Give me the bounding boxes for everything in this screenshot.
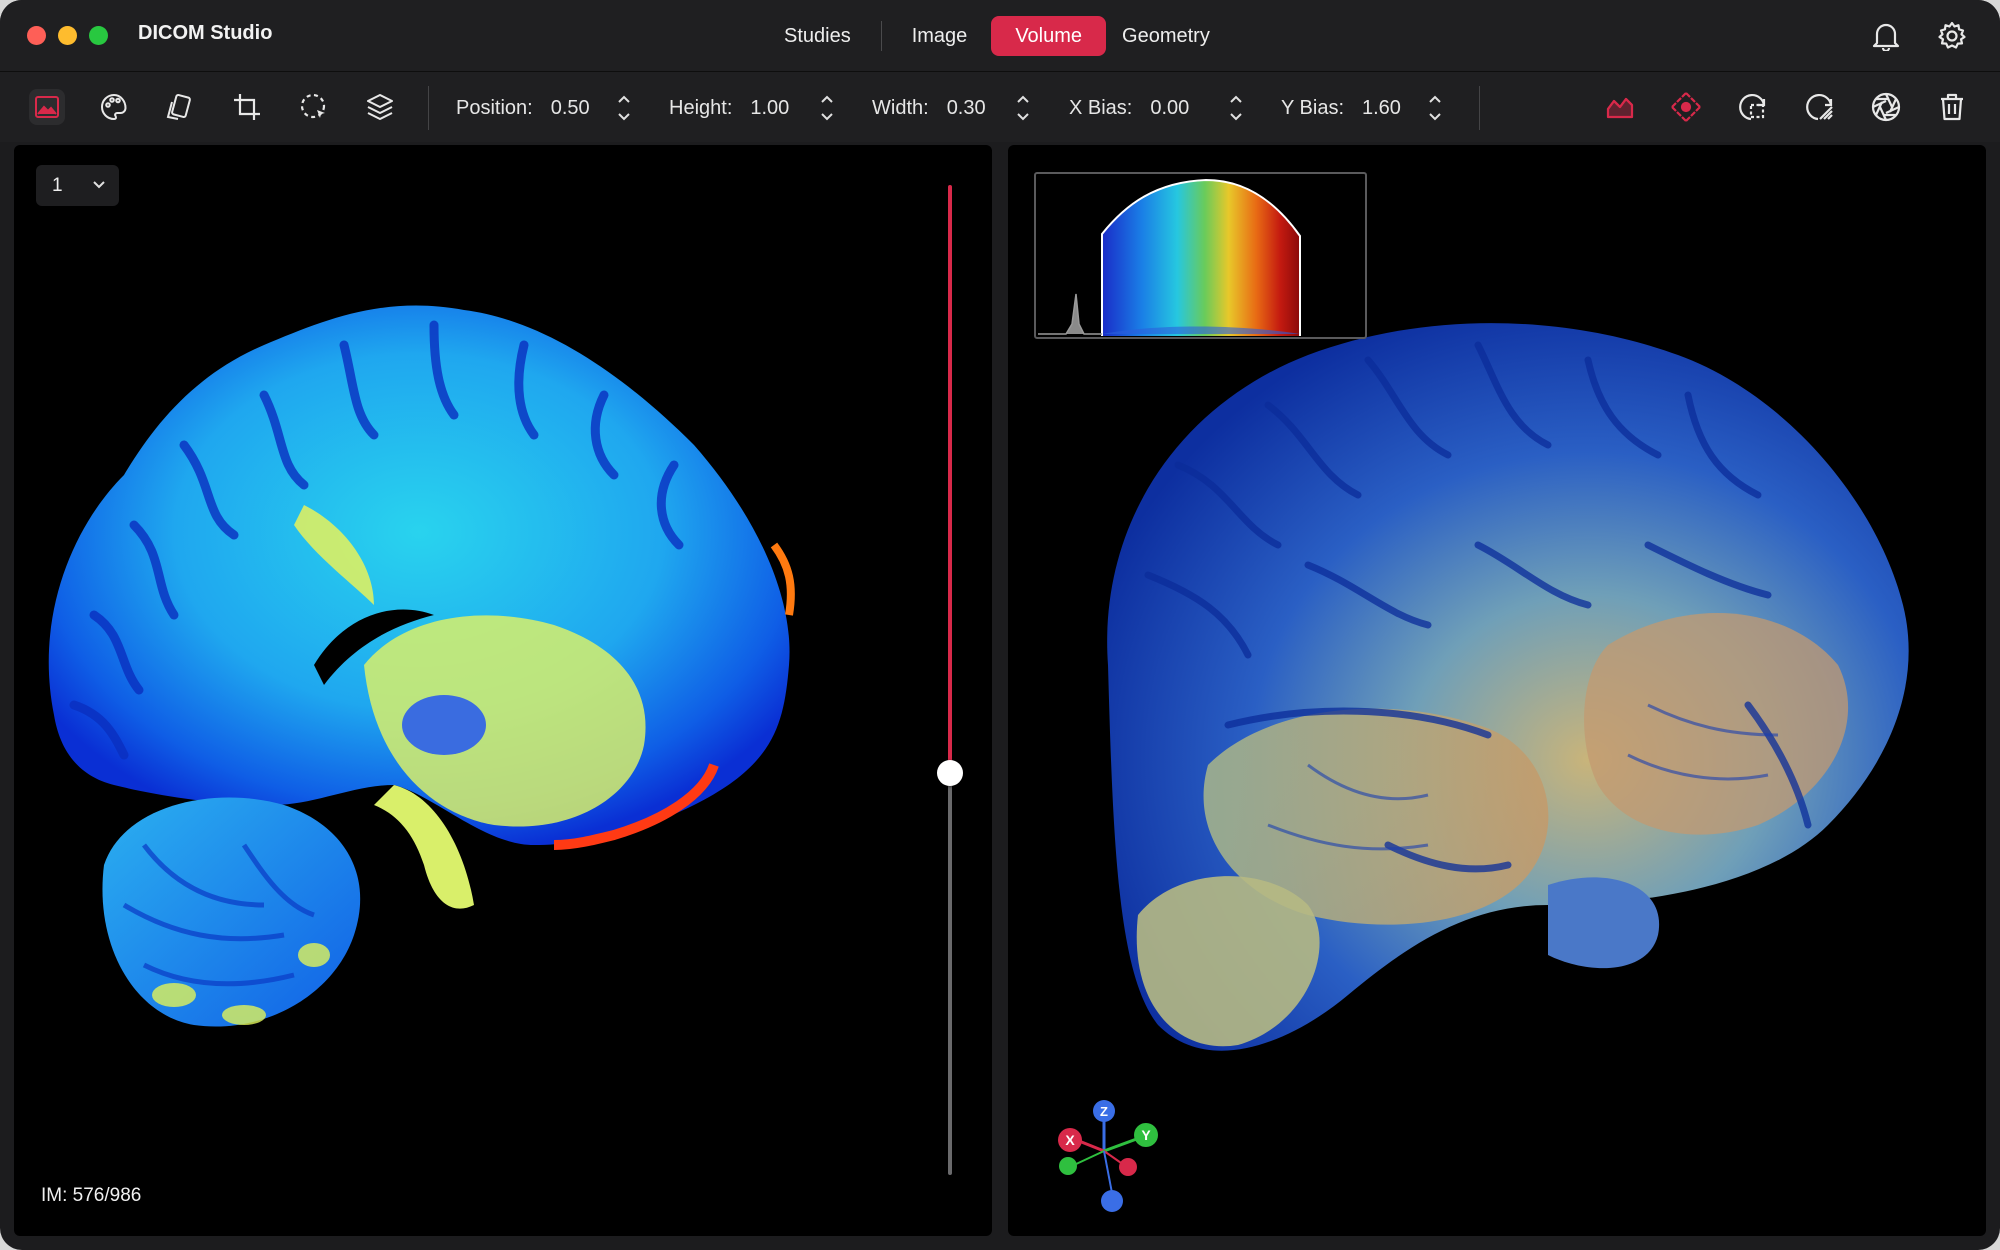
width-param: Width: 0.30 <box>872 94 986 122</box>
height-param: Height: 1.00 <box>669 94 789 122</box>
width-value[interactable]: 0.30 <box>947 97 986 120</box>
minimize-window-button[interactable] <box>58 26 77 45</box>
z-axis-label: Z <box>1100 1104 1108 1119</box>
y-bias-label: Y Bias: <box>1281 96 1344 119</box>
lasso-icon[interactable] <box>296 89 332 125</box>
height-label: Height: <box>669 96 733 119</box>
neg-z-axis-handle[interactable] <box>1101 1190 1123 1212</box>
y-bias-param: Y Bias: 1.60 <box>1281 94 1401 122</box>
zoom-window-button[interactable] <box>89 26 108 45</box>
main-tabs: Studies Image Volume Geometry <box>760 16 1234 56</box>
transfer-function-chart <box>1038 178 1301 336</box>
app-window: DICOM Studio Studies Image Volume Geomet… <box>0 0 2000 1250</box>
tab-divider <box>880 21 882 51</box>
image-icon[interactable] <box>29 89 65 125</box>
tab-geometry[interactable]: Geometry <box>1106 16 1234 56</box>
move-target-icon[interactable] <box>1668 89 1704 125</box>
toolbar: Position: 0.50 Height: 1.00 Width: 0.30 … <box>0 72 2000 142</box>
x-bias-label: X Bias: <box>1069 96 1133 119</box>
x-axis-label: X <box>1065 1132 1075 1148</box>
tab-image[interactable]: Image <box>888 16 992 56</box>
tab-volume[interactable]: Volume <box>991 16 1107 56</box>
y-bias-value[interactable]: 1.60 <box>1362 97 1401 120</box>
x-bias-stepper[interactable] <box>1226 90 1246 126</box>
gear-icon[interactable] <box>1934 18 1970 54</box>
bell-icon[interactable] <box>1868 18 1904 54</box>
y-axis-label: Y <box>1141 1127 1151 1143</box>
brain-slice-image <box>48 305 795 1027</box>
x-bias-param: X Bias: 0.00 <box>1069 94 1189 122</box>
palette-icon[interactable] <box>96 89 132 125</box>
chevron-down-icon <box>91 177 107 199</box>
y-bias-stepper[interactable] <box>1425 90 1445 126</box>
position-value[interactable]: 0.50 <box>551 97 590 120</box>
aperture-icon[interactable] <box>1868 89 1904 125</box>
orientation-axes-widget[interactable]: Z X Y <box>1048 1095 1168 1215</box>
slice-slider-track[interactable] <box>948 774 952 1175</box>
transfer-function-histogram[interactable] <box>1034 172 1367 339</box>
rotate-hatch-icon[interactable] <box>1802 89 1838 125</box>
height-stepper[interactable] <box>817 90 837 126</box>
position-label: Position: <box>456 96 533 119</box>
position-stepper[interactable] <box>614 90 634 126</box>
rotate-select-icon[interactable] <box>1735 89 1771 125</box>
toolbar-separator <box>1479 86 1480 130</box>
x-bias-value[interactable]: 0.00 <box>1150 97 1189 120</box>
width-stepper[interactable] <box>1013 90 1033 126</box>
trash-icon[interactable] <box>1934 89 1970 125</box>
position-param: Position: 0.50 <box>456 94 590 122</box>
cards-icon[interactable] <box>162 89 198 125</box>
title-bar: DICOM Studio Studies Image Volume Geomet… <box>0 0 2000 72</box>
area-chart-icon[interactable] <box>1602 89 1638 125</box>
image-index-label: IM: 576/986 <box>41 1185 142 1206</box>
slice-select-value: 1 <box>52 174 63 196</box>
app-title: DICOM Studio <box>138 22 273 44</box>
neg-y-axis-handle[interactable] <box>1059 1157 1077 1175</box>
height-value[interactable]: 1.00 <box>750 97 789 120</box>
crop-icon[interactable] <box>229 89 265 125</box>
volume-view-panel[interactable]: Z X Y <box>1008 145 1986 1236</box>
slice-slider-fill[interactable] <box>948 185 952 774</box>
slice-slider-thumb[interactable] <box>937 760 963 786</box>
close-window-button[interactable] <box>27 26 46 45</box>
tab-studies[interactable]: Studies <box>760 16 875 56</box>
neg-x-axis-handle[interactable] <box>1119 1158 1137 1176</box>
slice-view-panel[interactable]: 1 IM: 576/986 <box>14 145 992 1236</box>
layers-icon[interactable] <box>362 89 398 125</box>
width-label: Width: <box>872 96 929 119</box>
toolbar-separator <box>428 86 429 130</box>
slice-select[interactable]: 1 <box>36 165 119 206</box>
